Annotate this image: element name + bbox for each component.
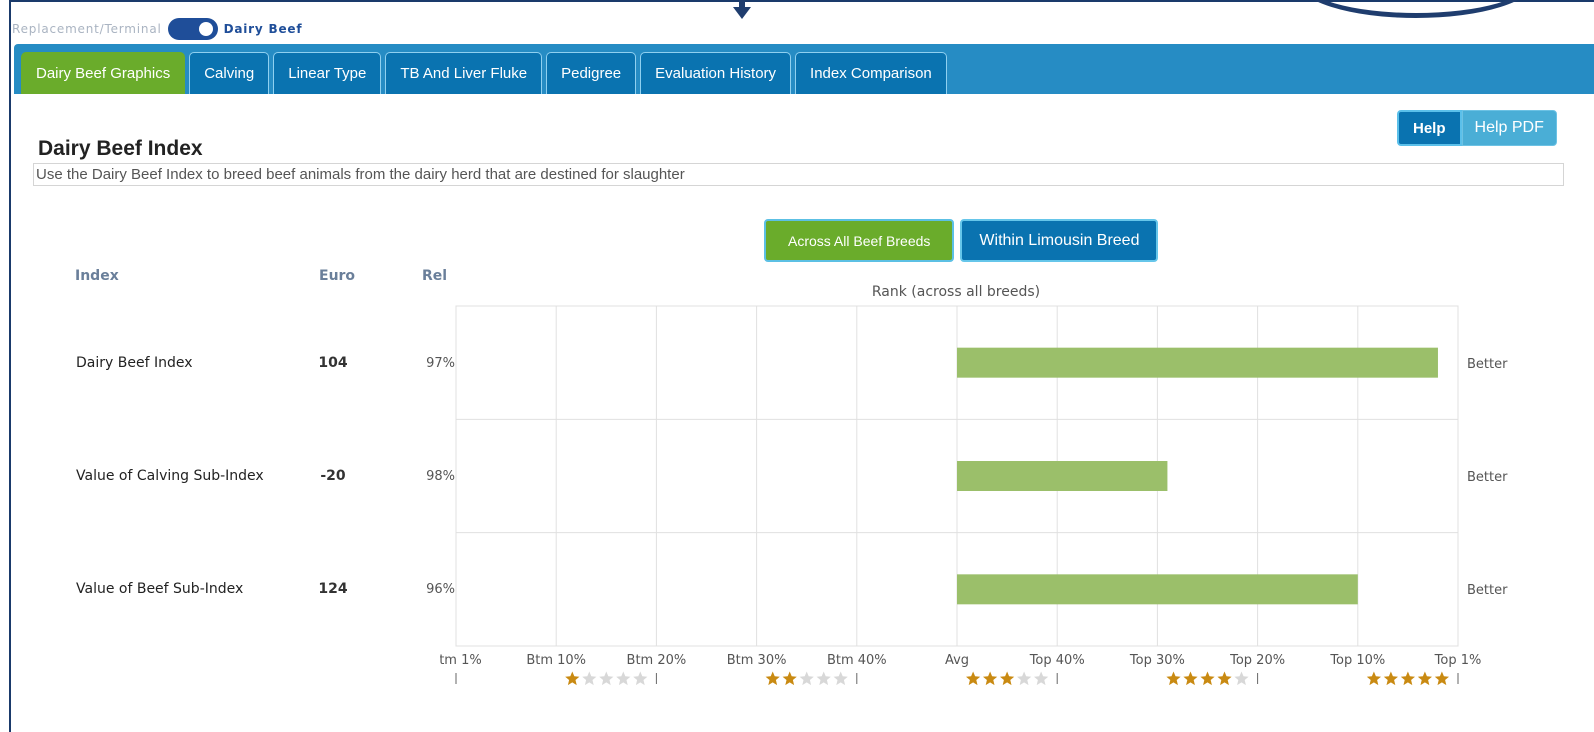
star-filled-icon bbox=[1200, 671, 1215, 686]
page-description: Use the Dairy Beef Index to breed beef a… bbox=[33, 163, 1564, 186]
row-euro-value: -20 bbox=[320, 468, 346, 484]
star-filled-icon bbox=[782, 671, 797, 686]
x-tick-label: Top 20% bbox=[1229, 653, 1285, 668]
star-filled-icon bbox=[1434, 671, 1449, 686]
row-label: Dairy Beef Index bbox=[76, 355, 193, 371]
rank-bar bbox=[957, 461, 1168, 491]
x-tick-label: Top 10% bbox=[1329, 653, 1385, 668]
star-filled-icon bbox=[765, 671, 780, 686]
arrow-down-icon bbox=[733, 0, 751, 20]
help-buttons: Help Help PDF bbox=[1397, 110, 1557, 146]
tab-index-comparison[interactable]: Index Comparison bbox=[795, 52, 947, 94]
evaluation-toggle: Replacement/Terminal Dairy Beef bbox=[12, 18, 302, 40]
x-tick-label: Top 40% bbox=[1029, 653, 1085, 668]
help-pdf-button[interactable]: Help PDF bbox=[1461, 110, 1557, 146]
help-button[interactable]: Help bbox=[1397, 110, 1462, 146]
star-empty-icon bbox=[816, 671, 831, 686]
tab-bar: Dairy Beef Graphics Calving Linear Type … bbox=[14, 44, 1594, 94]
row-euro-value: 104 bbox=[318, 355, 348, 371]
star-empty-icon bbox=[1034, 671, 1049, 686]
star-filled-icon bbox=[1000, 671, 1015, 686]
x-tick-label: Top 1% bbox=[1434, 653, 1482, 668]
star-filled-icon bbox=[1400, 671, 1415, 686]
column-header-euro: Euro bbox=[319, 268, 356, 284]
tab-linear-type[interactable]: Linear Type bbox=[273, 52, 382, 94]
star-empty-icon bbox=[582, 671, 597, 686]
star-filled-icon bbox=[1217, 671, 1232, 686]
star-filled-icon bbox=[1366, 671, 1381, 686]
tab-evaluation-history[interactable]: Evaluation History bbox=[640, 52, 792, 94]
star-empty-icon bbox=[1017, 671, 1032, 686]
chart-title: Rank (across all breeds) bbox=[871, 284, 1041, 300]
x-tick-label: Avg bbox=[945, 653, 969, 668]
x-tick-label: Btm 40% bbox=[827, 653, 887, 668]
star-filled-icon bbox=[565, 671, 580, 686]
x-tick-label: Btm 10% bbox=[526, 653, 586, 668]
star-filled-icon bbox=[1383, 671, 1398, 686]
tab-calving[interactable]: Calving bbox=[189, 52, 270, 94]
row-label: Value of Beef Sub-Index bbox=[76, 581, 244, 597]
toggle-knob bbox=[198, 22, 213, 36]
row-euro-value: 124 bbox=[318, 581, 348, 597]
rank-bar bbox=[957, 574, 1358, 605]
rank-mode-buttons: Across All Beef Breeds Within Limousin B… bbox=[764, 219, 1159, 262]
tab-pedigree[interactable]: Pedigree bbox=[546, 52, 637, 94]
star-empty-icon bbox=[833, 671, 848, 686]
star-filled-icon bbox=[1166, 671, 1181, 686]
star-filled-icon bbox=[1183, 671, 1198, 686]
x-tick-label: Btm 30% bbox=[727, 653, 787, 668]
star-empty-icon bbox=[633, 671, 648, 686]
star-empty-icon bbox=[799, 671, 814, 686]
rank-chart: Btm 1% Btm 10% Btm 20% Btm 30% Btm 40% Avg Top… bbox=[440, 305, 1482, 686]
x-tick-label: Btm 20% bbox=[627, 653, 687, 668]
star-filled-icon bbox=[1417, 671, 1432, 686]
rank-bar bbox=[957, 347, 1438, 378]
star-filled-icon bbox=[983, 671, 998, 686]
star-empty-icon bbox=[1234, 671, 1249, 686]
x-tick-label: Top 30% bbox=[1129, 653, 1185, 668]
toggle-right-label: Dairy Beef bbox=[223, 22, 303, 36]
star-empty-icon bbox=[616, 671, 631, 686]
column-header-rel: Rel bbox=[422, 268, 448, 284]
tab-tb-and-liver-fluke[interactable]: TB And Liver Fluke bbox=[385, 52, 543, 94]
star-empty-icon bbox=[599, 671, 614, 686]
star-filled-icon bbox=[966, 671, 981, 686]
tab-dairy-beef-graphics[interactable]: Dairy Beef Graphics bbox=[21, 52, 186, 94]
across-all-breeds-button[interactable]: Across All Beef Breeds bbox=[764, 219, 955, 262]
within-breed-button[interactable]: Within Limousin Breed bbox=[960, 219, 1159, 262]
row-label: Value of Calving Sub-Index bbox=[76, 468, 264, 484]
toggle-left-label: Replacement/Terminal bbox=[12, 22, 162, 36]
column-header-index: Index bbox=[75, 268, 119, 284]
dairy-beef-toggle-switch[interactable] bbox=[167, 18, 218, 40]
page-title: Dairy Beef Index bbox=[38, 137, 203, 160]
x-tick-label: Btm 1% bbox=[440, 653, 482, 668]
